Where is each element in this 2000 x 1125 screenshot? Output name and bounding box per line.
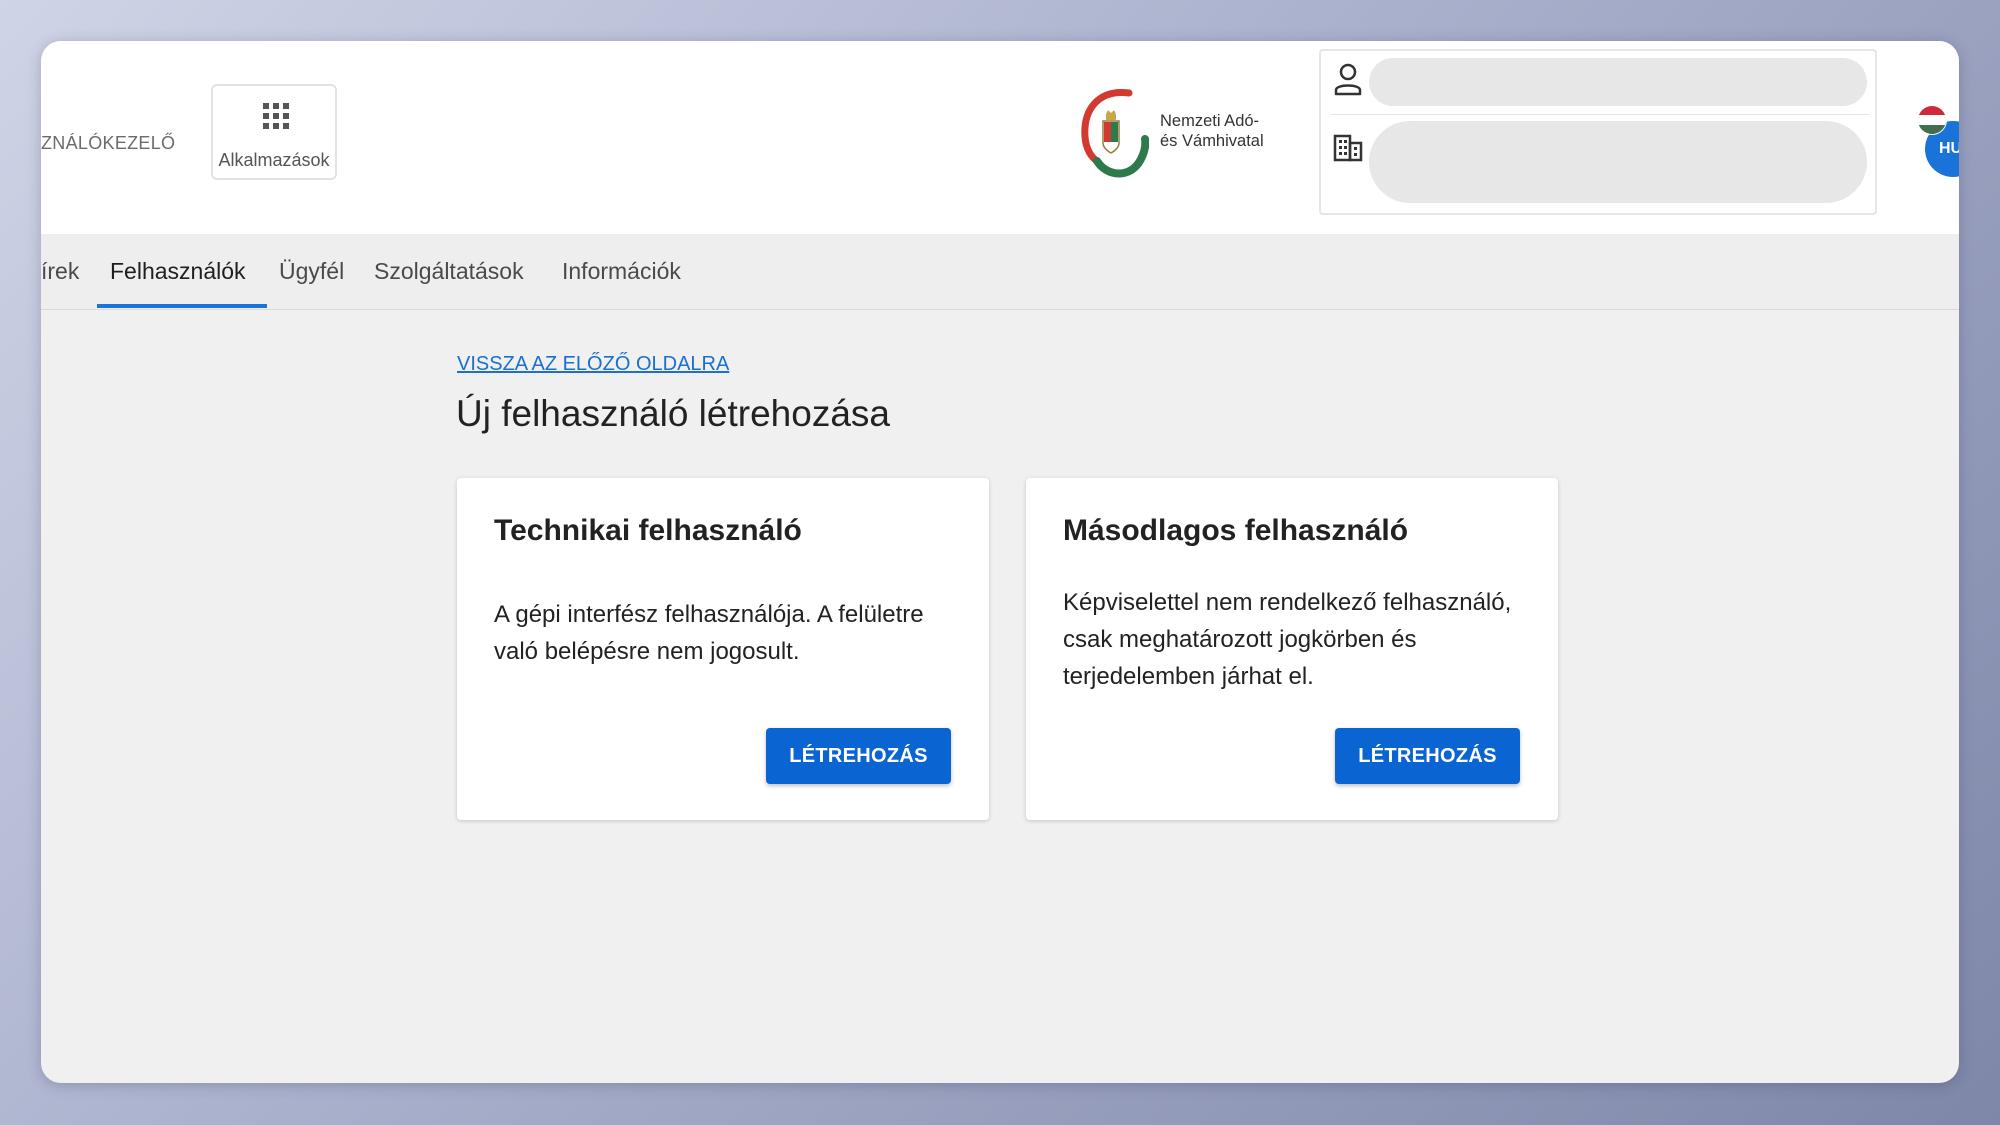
card-title: Technikai felhasználó [494, 514, 802, 547]
back-link[interactable]: VISSZA AZ ELŐZŐ OLDALRA [457, 353, 729, 376]
nav-logo-icon [1081, 89, 1149, 178]
apps-grid-icon [263, 103, 289, 129]
profile-box [1319, 49, 1877, 215]
hungarian-flag-icon [1917, 105, 1947, 135]
header: ZNÁLÓKEZELŐ Alkalmazások Nemzeti Adó- és… [41, 41, 1959, 234]
user-field[interactable] [1369, 58, 1867, 106]
nav-logo-text: Nemzeti Adó- és Vámhivatal [1160, 111, 1264, 151]
logo-text-line2: és Vámhivatal [1160, 132, 1264, 150]
active-tab-indicator [97, 304, 267, 308]
organization-field[interactable] [1369, 121, 1867, 203]
tab-services[interactable]: Szolgáltatások [374, 234, 524, 309]
tab-client[interactable]: Ügyfél [279, 234, 344, 309]
app-title: ZNÁLÓKEZELŐ [41, 133, 176, 153]
tab-news[interactable]: írek [41, 234, 79, 309]
logo-text-line1: Nemzeti Adó- [1160, 112, 1260, 130]
card-description: Képviselettel nem rendelkező felhasználó… [1063, 589, 1512, 690]
tab-users[interactable]: Felhasználók [110, 234, 246, 309]
building-icon [1333, 134, 1363, 162]
tab-bar: írek Felhasználók Ügyfél Szolgáltatások … [41, 234, 1959, 310]
apps-button[interactable]: Alkalmazások [211, 84, 337, 180]
apps-button-label: Alkalmazások [218, 150, 330, 170]
technical-user-card: Technikai felhasználó A gépi interfész f… [457, 478, 989, 820]
card-title: Másodlagos felhasználó [1063, 514, 1409, 547]
tab-information[interactable]: Információk [562, 234, 681, 309]
secondary-user-card: Másodlagos felhasználó Képviselettel nem… [1026, 478, 1558, 820]
profile-divider [1331, 114, 1869, 115]
person-icon [1334, 63, 1362, 96]
create-technical-user-button[interactable]: LÉTREHOZÁS [766, 728, 951, 784]
create-secondary-user-button[interactable]: LÉTREHOZÁS [1335, 728, 1520, 784]
app-window: ZNÁLÓKEZELŐ Alkalmazások Nemzeti Adó- és… [41, 41, 1959, 1083]
page-title: Új felhasználó létrehozása [456, 393, 890, 434]
card-description: A gépi interfész felhasználója. A felüle… [494, 601, 924, 665]
